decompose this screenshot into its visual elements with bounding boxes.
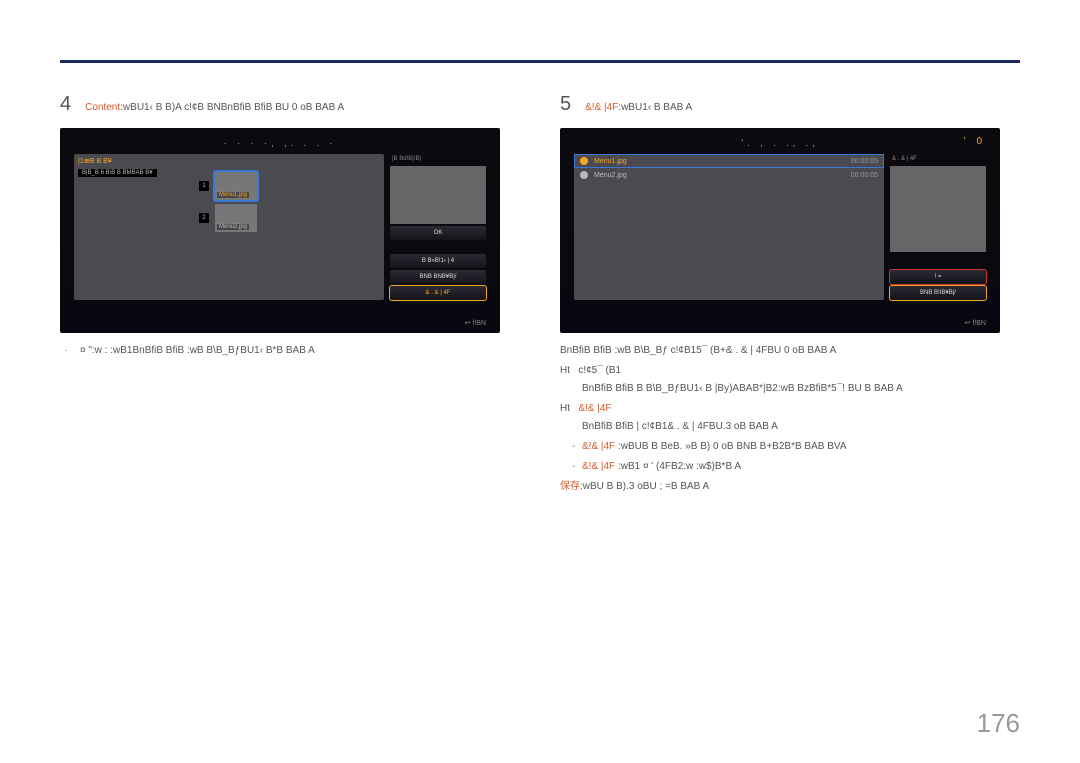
- screen-title: · · · ·, ,. . . ·: [74, 136, 486, 152]
- ht1: Ht c!¢5¯ (B1: [560, 363, 1020, 379]
- thumb-label: Menu1.jpg: [217, 192, 249, 198]
- list-time: 00:00:05: [851, 158, 878, 165]
- step-header-5: 5 &!& |4F:wBU1‹ B BAB A: [560, 93, 1020, 116]
- sub-highlight: &!& |4F: [582, 441, 615, 452]
- bottom-bar: ↩ f!BN: [74, 315, 486, 327]
- save-highlight: 保存: [560, 481, 580, 492]
- sub-text: :wB1 ¤ ' (4FB2:w :w$)B*B A: [618, 461, 741, 472]
- thumb-label: Menu2.jpg: [217, 224, 249, 230]
- title-center: '. , . ., .,: [741, 138, 818, 148]
- panel-row: |1æB B B¥ B|B_B 6 B\B B BMBAB B¥ 1 Menu1…: [74, 154, 486, 300]
- thumb-col: 1 Menu1.jpg 2 Menu2.jpg: [199, 172, 257, 232]
- step-overlay: :wBU1‹ B B)A c!¢B BNBnBfiB BfiB BU 0 oB …: [120, 102, 344, 113]
- spacer: [390, 242, 486, 252]
- page-number: 176: [977, 708, 1020, 739]
- ht2: Ht &!& |4F: [560, 401, 1020, 417]
- save-line: 保存:wBU B B).3 oBU ; =B BAB A: [560, 479, 1020, 495]
- step-text: &!& |4F:wBU1‹ B BAB A: [585, 102, 692, 113]
- return-label[interactable]: ↩ f!BN: [965, 319, 986, 327]
- left-column: 4 Content:wBU1‹ B B)A c!¢B BNBnBfiB BfiB…: [60, 93, 520, 499]
- save-text: :wBU B B).3 oBU ; =B BAB A: [580, 481, 709, 492]
- ok-button[interactable]: OK: [390, 226, 486, 240]
- side-btn-2[interactable]: BNB BNB¥B|/: [390, 270, 486, 284]
- thumb-2[interactable]: 2 Menu2.jpg: [199, 204, 257, 232]
- step-overlay: :wBU1‹ B BAB A: [618, 102, 692, 113]
- step-number: 5: [560, 93, 571, 116]
- ht-highlight: &!& |4F: [578, 403, 611, 414]
- sub-highlight: &!& |4F: [582, 461, 615, 472]
- thumb-1[interactable]: 1 Menu1.jpg: [199, 172, 257, 200]
- ht-label: Ht: [560, 365, 570, 376]
- screen-title: '. , . ., ., ' 0: [574, 136, 986, 152]
- side-pane: & . & | 4F ! = BNB B!IB¥B|/: [890, 154, 986, 300]
- side-pane: |B Bd!B|/B| OK B B»B!1‹ | 4 BNB BNB¥B|/ …: [390, 154, 486, 300]
- thumbnail-pane: |1æB B B¥ B|B_B 6 B\B B BMBAB B¥ 1 Menu1…: [74, 154, 384, 300]
- screen-inner: '. , . ., ., ' 0 Menu1.jpg 00:00:05: [574, 136, 986, 325]
- sub1: &!& |4F :wBUB B BeB. »B B) 0 oB BNB B+B2…: [560, 439, 1020, 455]
- spacer: [890, 254, 986, 268]
- thumb-num: 1: [199, 181, 209, 191]
- drive-row: B|B_B 6 B\B B BMBAB B¥: [78, 169, 157, 177]
- caption-text: ¤ ":w : :wB1BnBfiB BfiB :wB B\B_BƒBU1‹ B…: [80, 343, 315, 359]
- thumb-img: Menu2.jpg: [215, 204, 257, 232]
- side-btn-1[interactable]: B B»B!1‹ | 4: [390, 254, 486, 268]
- bullet: ·: [60, 343, 72, 359]
- side-btn-1[interactable]: ! =: [890, 270, 986, 284]
- sub-text: :wBUB B BeB. »B B) 0 oB BNB B+B2B*B BAB …: [618, 441, 847, 452]
- para2: BnBfiB BfiB B B\B_BƒBU1‹ B |By)ABAB*|B2:…: [560, 381, 1020, 397]
- side-btn-2[interactable]: BNB B!IB¥B|/: [890, 286, 986, 300]
- list-label: Menu1.jpg: [594, 158, 627, 165]
- list-label: Menu2.jpg: [594, 172, 627, 179]
- thumb-num: 2: [199, 213, 209, 223]
- list-time: 00:00:05: [851, 172, 878, 179]
- list-row-2[interactable]: Menu2.jpg 00:00:05: [574, 168, 884, 182]
- step-header-4: 4 Content:wBU1‹ B B)A c!¢B BNBnBfiB BfiB…: [60, 93, 520, 116]
- para1: BnBfiB BfiB :wB B\B_Bƒ c!¢B15¯ (B+& . & …: [560, 343, 1020, 359]
- bottom-bar: ↩ f!BN: [574, 315, 986, 327]
- screenshot-right: '. , . ., ., ' 0 Menu1.jpg 00:00:05: [560, 128, 1000, 333]
- ht-text: c!¢5¯ (B1: [578, 365, 621, 376]
- para3: BnBfiB BfiB | c!¢B1& . & | 4FBU.3 oB BAB…: [560, 419, 1020, 435]
- list-row-1[interactable]: Menu1.jpg 00:00:05: [574, 154, 884, 168]
- top-rule: [60, 60, 1020, 63]
- rp-head: |B Bd!B|/B|: [390, 154, 486, 164]
- title-badge: ' 0: [964, 136, 986, 147]
- side-btn-3[interactable]: & . & | 4F: [390, 286, 486, 300]
- ht-label: Ht: [560, 403, 570, 414]
- status-dot-icon: [580, 171, 588, 179]
- screen-inner: · · · ·, ,. . . · |1æB B B¥ B|B_B 6 B\B …: [74, 136, 486, 325]
- status-dot-icon: [580, 157, 588, 165]
- return-label[interactable]: ↩ f!BN: [465, 319, 486, 327]
- page: 4 Content:wBU1‹ B B)A c!¢B BNBnBfiB BfiB…: [0, 0, 1080, 499]
- pane-head: |1æB B B¥: [78, 158, 380, 165]
- right-column: 5 &!& |4F:wBU1‹ B BAB A '. , . ., ., ' 0: [560, 93, 1020, 499]
- step-highlight: &!& |4F: [585, 102, 618, 113]
- panel-row: Menu1.jpg 00:00:05 Menu2.jpg 00:00:05 & …: [574, 154, 986, 300]
- caption: · ¤ ":w : :wB1BnBfiB BfiB :wB B\B_BƒBU1‹…: [60, 343, 520, 359]
- thumb-img: Menu1.jpg: [215, 172, 257, 200]
- sub2: &!& |4F :wB1 ¤ ' (4FB2:w :w$)B*B A: [560, 459, 1020, 475]
- preview: [390, 166, 486, 224]
- step-text: Content:wBU1‹ B B)A c!¢B BNBnBfiB BfiB B…: [85, 102, 344, 113]
- list-pane: Menu1.jpg 00:00:05 Menu2.jpg 00:00:05: [574, 154, 884, 300]
- preview: [890, 166, 986, 252]
- step-highlight: Content: [85, 102, 120, 113]
- screenshot-left: · · · ·, ,. . . · |1æB B B¥ B|B_B 6 B\B …: [60, 128, 500, 333]
- content-row: 4 Content:wBU1‹ B B)A c!¢B BNBnBfiB BfiB…: [60, 93, 1020, 499]
- step-number: 4: [60, 93, 71, 116]
- rp-head: & . & | 4F: [890, 154, 986, 164]
